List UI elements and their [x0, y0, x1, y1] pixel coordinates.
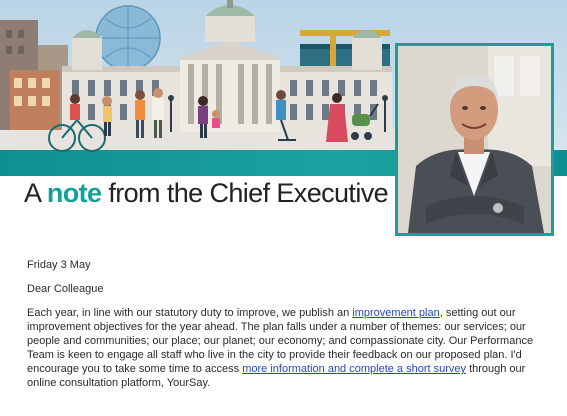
letter-greeting: Dear Colleague	[27, 283, 104, 295]
letter-body: Friday 3 May Dear Colleague Each year, i…	[27, 258, 557, 400]
portrait-icon	[398, 46, 551, 233]
improvement-plan-link[interactable]: improvement plan	[352, 307, 439, 319]
headline-accent: note	[46, 178, 102, 208]
survey-link[interactable]: more information and complete a short su…	[242, 363, 466, 375]
page-title: A note from the Chief Executive	[24, 178, 389, 209]
letter-paragraph: Each year, in line with our statutory du…	[27, 306, 557, 390]
chief-executive-photo-frame	[395, 43, 554, 236]
headline-suffix: from the Chief Executive	[101, 178, 389, 208]
letter-date: Friday 3 May	[27, 259, 91, 271]
chief-executive-photo	[398, 46, 551, 233]
paragraph-text-1: Each year, in line with our statutory du…	[27, 307, 353, 319]
headline-prefix: A	[24, 178, 47, 208]
